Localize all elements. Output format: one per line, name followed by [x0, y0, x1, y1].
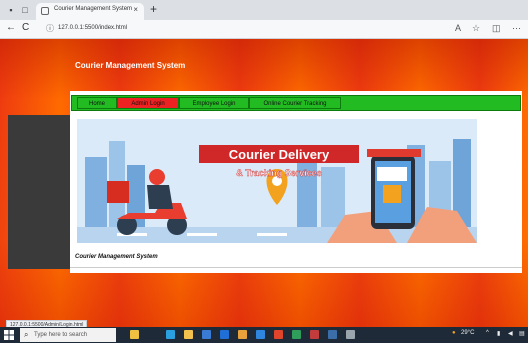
nav-menu: Home Admin Login Employee Login Online C…: [71, 95, 521, 111]
favorite-star-icon[interactable]: ☆: [472, 23, 480, 34]
back-icon[interactable]: ←: [6, 22, 16, 33]
menu-item-admin-login[interactable]: Admin Login: [117, 97, 179, 109]
store-icon[interactable]: [202, 330, 211, 339]
tab-actions-icon[interactable]: □: [20, 5, 30, 15]
page-favicon-icon: [41, 7, 49, 15]
info-icon[interactable]: ⓘ: [46, 22, 54, 35]
network-icon[interactable]: ▮: [497, 330, 500, 337]
chrome-icon[interactable]: [238, 330, 247, 339]
close-tab-icon[interactable]: ×: [133, 5, 138, 14]
app-icon[interactable]: [346, 330, 355, 339]
settings-icon[interactable]: [310, 330, 319, 339]
task-view-icon[interactable]: [130, 330, 139, 339]
banner-subtitle: & Tracking Services: [236, 168, 322, 178]
volume-icon[interactable]: ◀: [508, 330, 513, 337]
new-tab-icon[interactable]: +: [150, 2, 157, 16]
file-explorer-icon[interactable]: [184, 330, 193, 339]
menu-item-employee-login[interactable]: Employee Login: [179, 97, 249, 109]
reload-icon[interactable]: C: [22, 22, 29, 33]
windows-taskbar: ⌕ Type here to search ● 29°C ^ ▮ ◀ ▤: [0, 327, 528, 343]
hero-banner: Courier Delivery & Tracking Services: [77, 119, 477, 243]
mail-icon[interactable]: [220, 330, 229, 339]
site-title: Courier Management System: [75, 61, 186, 70]
menu-item-home[interactable]: Home: [77, 97, 117, 109]
photos-icon[interactable]: [292, 330, 301, 339]
footer-caption: Courier Management System: [75, 254, 158, 260]
windows-start-icon[interactable]: [4, 330, 14, 340]
address-bar-row: ← C ⓘ 127.0.0.1:5500/index.html A ☆ ◫ ⋯: [0, 20, 528, 39]
courier-illustration: Courier Delivery & Tracking Services: [77, 119, 477, 243]
taskbar-search-input[interactable]: ⌕ Type here to search: [20, 328, 116, 342]
banner-title: Courier Delivery: [229, 147, 330, 162]
weather-temperature: 29°C: [461, 330, 475, 336]
notification-icon[interactable]: ▤: [519, 330, 525, 337]
left-sidebar: [8, 115, 70, 269]
address-input[interactable]: ⓘ 127.0.0.1:5500/index.html: [44, 22, 408, 35]
search-placeholder: Type here to search: [34, 332, 88, 338]
edge-icon[interactable]: [166, 330, 175, 339]
chevron-up-icon[interactable]: ^: [486, 330, 489, 336]
menu-item-online-courier-tracking[interactable]: Online Courier Tracking: [249, 97, 341, 109]
office-icon[interactable]: [274, 330, 283, 339]
read-aloud-icon[interactable]: A: [455, 23, 461, 33]
profile-icon[interactable]: ▪: [6, 5, 16, 15]
content-divider: [70, 267, 522, 268]
collections-icon[interactable]: ◫: [492, 23, 501, 34]
browser-tab[interactable]: Courier Management System ×: [36, 3, 144, 20]
browser-tab-bar: ▪ □ Courier Management System × +: [0, 0, 528, 20]
url-text: 127.0.0.1:5500/index.html: [58, 25, 128, 31]
search-icon: ⌕: [24, 330, 29, 339]
tab-title: Courier Management System: [54, 6, 133, 12]
terminal-icon[interactable]: [328, 330, 337, 339]
menu-dots-icon[interactable]: ⋯: [512, 23, 521, 34]
vscode-icon[interactable]: [256, 330, 265, 339]
page-viewport: Courier Management System Home Admin Log…: [0, 39, 528, 327]
weather-icon[interactable]: ●: [452, 330, 456, 336]
